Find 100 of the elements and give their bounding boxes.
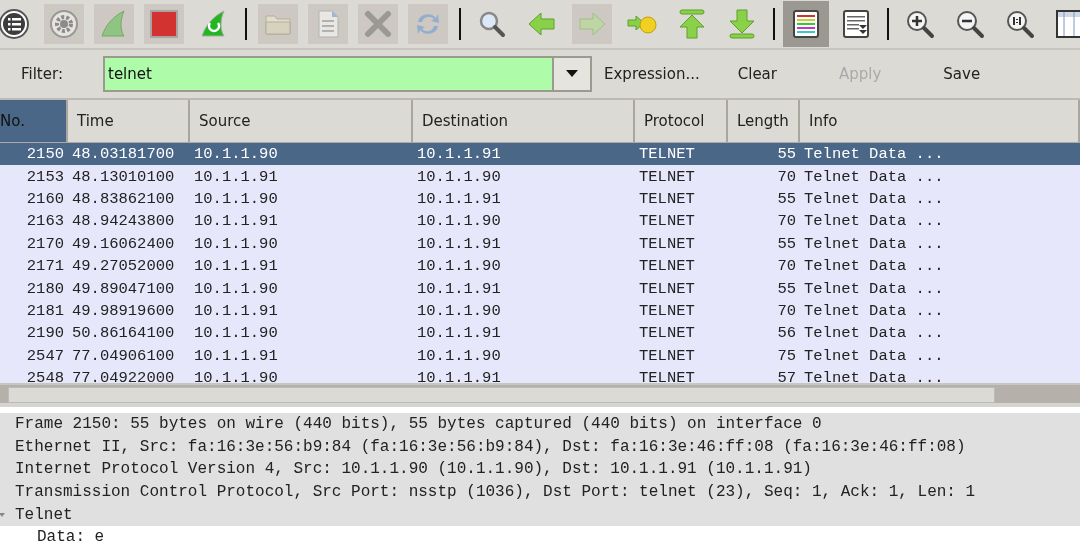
- stop-icon: [148, 8, 180, 40]
- table-cell-text: Telnet Data ...: [803, 279, 945, 298]
- table-cell-text: Telnet Data ...: [803, 145, 945, 164]
- table-cell-text: Telnet Data ...: [803, 257, 945, 276]
- filter-action-button[interactable]: Clear: [726, 65, 788, 83]
- close-icon: [362, 8, 394, 40]
- table-cell-text: 56: [776, 324, 797, 343]
- table-cell-text: Telnet Data ...: [803, 189, 945, 208]
- table-cell-text: 10.1.1.90: [193, 145, 279, 164]
- packet-row[interactable]: 2190 50.86164100 10.1.1.90 10.1.1.91 TELNET 56 Telnet Data ...: [0, 322, 1080, 345]
- table-cell-text: 2171: [25, 257, 65, 276]
- zoom-in-icon: [904, 8, 936, 40]
- table-cell-text: 10.1.1.91: [193, 167, 279, 186]
- table-cell-text: 10.1.1.91: [416, 145, 502, 164]
- list-icon: [0, 8, 30, 40]
- table-cell-text: 10.1.1.90: [193, 279, 279, 298]
- table-cell-text: Telnet Data ...: [803, 346, 945, 365]
- table-cell-text: 48.83862100: [71, 189, 176, 208]
- tree-row[interactable]: Transmission Control Protocol, Src Port: nsstp (1036), Dst Port: telnet (23), Seq: 1, Ack: 1, Len: 1: [0, 480, 1080, 504]
- table-cell-text: 2181: [25, 301, 65, 320]
- table-cell-text: 57: [776, 369, 797, 383]
- tree-row[interactable]: Data: e: [0, 525, 1080, 549]
- packet-row[interactable]: 2171 49.27052000 10.1.1.91 10.1.1.90 TELNET 70 Telnet Data ...: [0, 254, 1080, 278]
- table-cell-text: 2153: [25, 167, 65, 186]
- packet-row[interactable]: 2547 77.04906100 10.1.1.91 10.1.1.90 TELNET 75 Telnet Data ...: [0, 344, 1080, 367]
- table-cell-text: 70: [776, 301, 797, 320]
- packet-row[interactable]: 2181 49.98919600 10.1.1.91 10.1.1.90 TELNET 70 Telnet Data ...: [0, 299, 1080, 323]
- filter-field[interactable]: telnet: [103, 56, 552, 92]
- filter-action-button[interactable]: Save: [932, 65, 992, 83]
- gear-icon: [48, 8, 80, 40]
- table-cell-text: TELNET: [638, 167, 696, 186]
- table-cell-text: 10.1.1.90: [193, 189, 279, 208]
- table-cell-text: 48.94243800: [71, 212, 176, 231]
- table-cell-text: 48.13010100: [71, 167, 176, 186]
- table-cell-text: 10.1.1.90: [193, 234, 279, 253]
- table-cell-text: 55: [776, 234, 797, 253]
- table-cell-text: 49.16062400: [71, 234, 176, 253]
- up-arrow-icon: [676, 8, 708, 40]
- packet-row[interactable]: 2170 49.16062400 10.1.1.90 10.1.1.91 TELNET 55 Telnet Data ...: [0, 232, 1080, 255]
- table-cell-text: 10.1.1.90: [193, 324, 279, 343]
- packet-row[interactable]: 2163 48.94243800 10.1.1.91 10.1.1.90 TELNET 70 Telnet Data ...: [0, 210, 1080, 233]
- table-cell-text: 2547: [25, 346, 65, 365]
- table-cell-text: Telnet Data ...: [803, 212, 945, 231]
- table-cell-text: 10.1.1.91: [416, 324, 502, 343]
- table-cell-text: 2548: [25, 369, 65, 383]
- zoom-reset-icon: [1004, 8, 1036, 40]
- table-cell-text: 10.1.1.90: [416, 257, 502, 276]
- table-cell-text: TELNET: [638, 145, 696, 164]
- table-cell-text: TELNET: [638, 212, 696, 231]
- colored-lines-button[interactable]: [783, 1, 829, 47]
- table-cell-text: 55: [776, 189, 797, 208]
- table-cell-text: 10.1.1.91: [193, 301, 279, 320]
- table-cell-text: 2170: [25, 234, 65, 253]
- table-cell-text: TELNET: [638, 189, 696, 208]
- horizontal-scrollbar[interactable]: [0, 383, 1080, 403]
- table-cell-text: 2160: [25, 189, 65, 208]
- tree-row[interactable]: Frame 2150: 55 bytes on wire (440 bits), 55 bytes captured (440 bits) on interface 0: [0, 413, 1080, 436]
- table-cell-text: TELNET: [638, 369, 696, 383]
- table-cell-text: TELNET: [638, 234, 696, 253]
- filter-action-button[interactable]: Expression...: [593, 65, 711, 83]
- table-cell-text: 49.98919600: [71, 301, 176, 320]
- table-cell-text: 70: [776, 167, 797, 186]
- table-cell-text: 10.1.1.90: [416, 167, 502, 186]
- table-cell-text: 10.1.1.91: [193, 346, 279, 365]
- table-cell-text: 77.04922000: [71, 369, 176, 383]
- table-cell-text: 48.03181700: [71, 145, 176, 164]
- dropdown-button[interactable]: [552, 56, 592, 92]
- table-cell-text: 2150: [25, 145, 65, 164]
- down-arrow-icon: [726, 8, 758, 40]
- table-cell-text: 2190: [25, 324, 65, 343]
- tree-row[interactable]: Telnet: [0, 503, 1080, 526]
- table-cell-text: 10.1.1.90: [416, 212, 502, 231]
- table-cell-text: TELNET: [638, 301, 696, 320]
- table-cell-text: 49.27052000: [71, 257, 176, 276]
- scrollbar-thumb[interactable]: [8, 387, 995, 403]
- filter-label: Filter:: [21, 65, 64, 83]
- table-cell-text: Telnet Data ...: [803, 234, 945, 253]
- table-cell-text: Telnet Data ...: [803, 369, 945, 383]
- table-cell-text: 70: [776, 257, 797, 276]
- packet-row[interactable]: 2153 48.13010100 10.1.1.91 10.1.1.90 TELNET 70 Telnet Data ...: [0, 165, 1080, 188]
- packet-row[interactable]: 2548 77.04922000 10.1.1.90 10.1.1.91 TELNET 57 Telnet Data ...: [0, 366, 1080, 383]
- tree-row[interactable]: Ethernet II, Src: fa:16:3e:56:b9:84 (fa:16:3e:56:b9:84), Dst: fa:16:3e:46:ff:08 (fa:16:3e:46:ff:08): [0, 435, 1080, 459]
- zoom-out-icon: [954, 8, 986, 40]
- table-cell-text: 55: [776, 279, 797, 298]
- table-cell-text: Telnet Data ...: [803, 324, 945, 343]
- packet-row[interactable]: 2150 48.03181700 10.1.1.90 10.1.1.91 TELNET 55 Telnet Data ...: [0, 143, 1080, 166]
- table-cell-text: Telnet Data ...: [803, 301, 945, 320]
- columns-icon: [1054, 8, 1080, 40]
- table-cell-text: 10.1.1.91: [416, 234, 502, 253]
- packet-row[interactable]: 2160 48.83862100 10.1.1.90 10.1.1.91 TELNET 55 Telnet Data ...: [0, 187, 1080, 211]
- table-cell-text: 2163: [25, 212, 65, 231]
- table-cell-text: 10.1.1.91: [193, 212, 279, 231]
- colored-lines-icon: [790, 8, 822, 40]
- caret-icon: [566, 70, 578, 78]
- table-cell-text: Telnet Data ...: [803, 167, 945, 186]
- table-cell-text: 70: [776, 212, 797, 231]
- packet-row[interactable]: 2180 49.89047100 10.1.1.90 10.1.1.91 TELNET 55 Telnet Data ...: [0, 277, 1080, 300]
- table-cell-text: 10.1.1.91: [416, 369, 502, 383]
- tree-row[interactable]: Internet Protocol Version 4, Src: 10.1.1.90 (10.1.1.90), Dst: 10.1.1.91 (10.1.1.91): [0, 458, 1080, 481]
- table-cell-text: 55: [776, 145, 797, 164]
